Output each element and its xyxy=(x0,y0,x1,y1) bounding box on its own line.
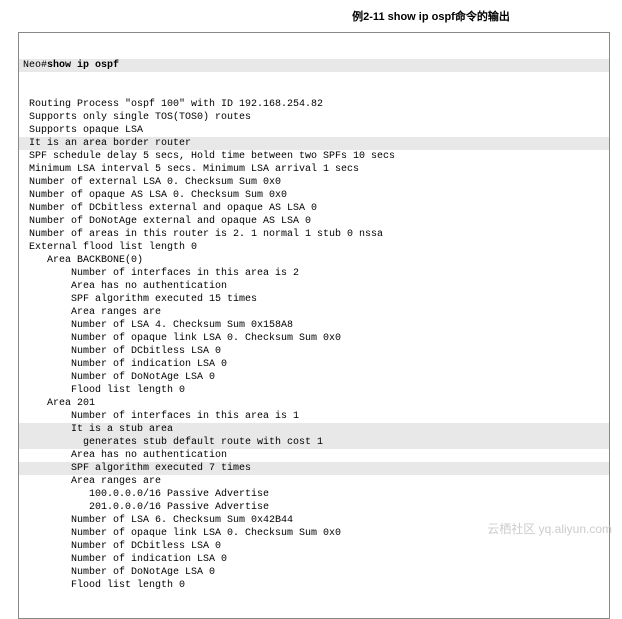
output-line: Area ranges are xyxy=(19,306,609,319)
output-line: Number of opaque AS LSA 0. Checksum Sum … xyxy=(19,189,609,202)
figure-title: 例2-11 show ip ospf命令的输出 xyxy=(240,0,622,28)
output-line: Area has no authentication xyxy=(19,280,609,293)
output-line: SPF algorithm executed 15 times xyxy=(19,293,609,306)
watermark: 云栖社区 yq.aliyun.com xyxy=(487,520,612,537)
output-line: Flood list length 0 xyxy=(19,579,609,592)
output-line: Flood list length 0 xyxy=(19,384,609,397)
output-line: Area ranges are xyxy=(19,475,609,488)
output-line: Number of DCbitless LSA 0 xyxy=(19,345,609,358)
output-line: Number of interfaces in this area is 1 xyxy=(19,410,609,423)
prompt-prefix: Neo# xyxy=(23,60,47,71)
output-line: Number of indication LSA 0 xyxy=(19,358,609,371)
output-lines: Routing Process "ospf 100" with ID 192.1… xyxy=(19,98,609,592)
output-line: generates stub default route with cost 1 xyxy=(19,436,609,449)
output-line: Number of areas in this router is 2. 1 n… xyxy=(19,228,609,241)
output-line: Number of interfaces in this area is 2 xyxy=(19,267,609,280)
output-line: Routing Process "ospf 100" with ID 192.1… xyxy=(19,98,609,111)
output-line: Number of indication LSA 0 xyxy=(19,553,609,566)
output-line: It is a stub area xyxy=(19,423,609,436)
output-line: Area 201 xyxy=(19,397,609,410)
output-line: Number of LSA 4. Checksum Sum 0x158A8 xyxy=(19,319,609,332)
output-line: Number of DCbitless LSA 0 xyxy=(19,540,609,553)
output-line: 201.0.0.0/16 Passive Advertise xyxy=(19,501,609,514)
output-line: It is an area border router xyxy=(19,137,609,150)
prompt-command: show ip ospf xyxy=(47,60,119,71)
output-line: Number of DoNotAge LSA 0 xyxy=(19,566,609,579)
output-line: Supports only single TOS(TOS0) routes xyxy=(19,111,609,124)
output-line: Number of DoNotAge LSA 0 xyxy=(19,371,609,384)
output-line: Number of DoNotAge external and opaque A… xyxy=(19,215,609,228)
output-line: Area has no authentication xyxy=(19,449,609,462)
output-line: 100.0.0.0/16 Passive Advertise xyxy=(19,488,609,501)
output-line: Number of DCbitless external and opaque … xyxy=(19,202,609,215)
output-line: Area BACKBONE(0) xyxy=(19,254,609,267)
output-line: External flood list length 0 xyxy=(19,241,609,254)
output-line: SPF schedule delay 5 secs, Hold time bet… xyxy=(19,150,609,163)
output-line: Number of external LSA 0. Checksum Sum 0… xyxy=(19,176,609,189)
prompt-line: Neo#show ip ospf xyxy=(19,59,609,72)
output-line: Number of opaque link LSA 0. Checksum Su… xyxy=(19,332,609,345)
output-line: Supports opaque LSA xyxy=(19,124,609,137)
output-line: Minimum LSA interval 5 secs. Minimum LSA… xyxy=(19,163,609,176)
output-line: SPF algorithm executed 7 times xyxy=(19,462,609,475)
